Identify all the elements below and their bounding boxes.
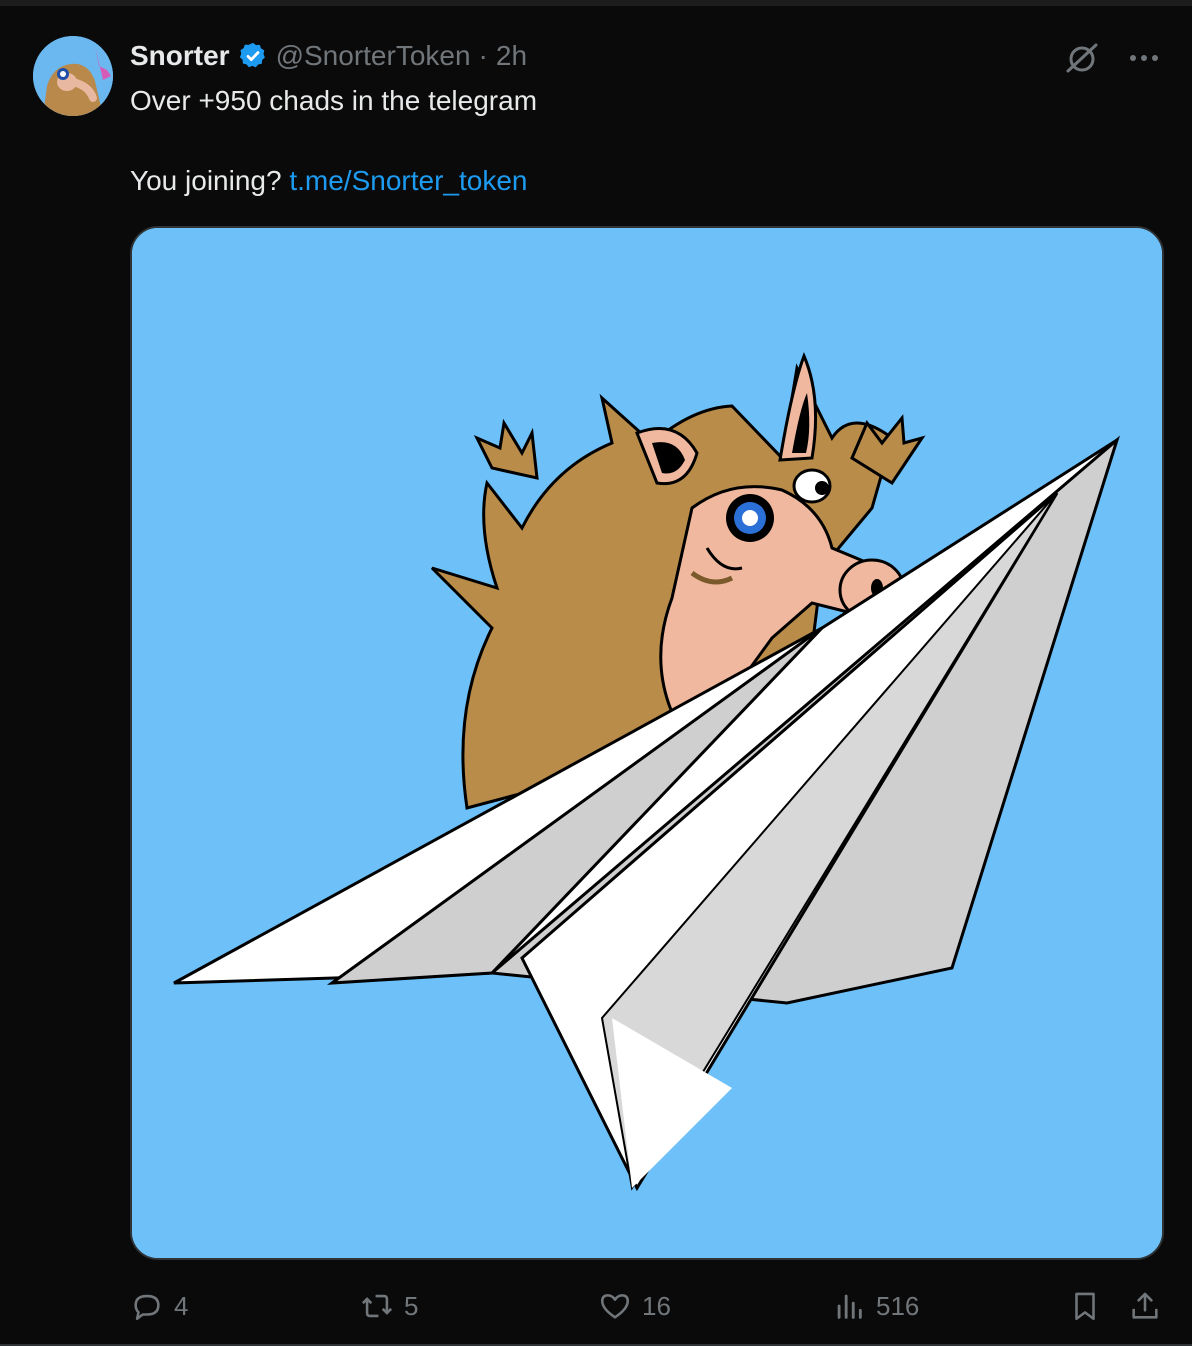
post-media[interactable] xyxy=(130,226,1164,1260)
telegram-link[interactable]: t.me/Snorter_token xyxy=(289,165,527,196)
bookmark-icon xyxy=(1075,1292,1095,1321)
snorter-paper-plane-illustration xyxy=(132,228,1162,1258)
share-button[interactable] xyxy=(1128,1284,1162,1328)
post-card[interactable]: Snorter @SnorterToken · 2h Over +950 cha… xyxy=(0,0,1192,1346)
bookmark-button[interactable] xyxy=(1068,1284,1102,1328)
share-icon xyxy=(1132,1292,1158,1319)
post-text-spacer xyxy=(130,121,1130,161)
like-icon xyxy=(600,1294,630,1319)
grok-icon[interactable] xyxy=(1062,38,1102,83)
avatar-image xyxy=(33,36,113,116)
like-button[interactable]: 16 xyxy=(598,1284,671,1328)
repost-count: 5 xyxy=(404,1290,419,1321)
post-top-actions xyxy=(1062,38,1162,83)
meta-separator: · xyxy=(478,40,488,71)
author-handle[interactable]: @SnorterToken xyxy=(276,40,471,72)
reply-button[interactable]: 4 xyxy=(130,1284,188,1328)
post-time[interactable]: 2h xyxy=(496,40,527,72)
reply-count: 4 xyxy=(174,1290,189,1321)
post-text-line-1: Over +950 chads in the telegram xyxy=(130,85,538,116)
repost-icon xyxy=(361,1294,393,1318)
verified-badge-icon xyxy=(238,41,268,71)
reply-icon xyxy=(134,1294,160,1321)
post-action-bar: 4 5 16 516 xyxy=(130,1284,1164,1328)
views-count: 516 xyxy=(876,1290,920,1321)
views-button[interactable]: 516 xyxy=(832,1284,919,1328)
post-text-line-2: You joining? t.me/Snorter_token xyxy=(130,161,1130,201)
like-count: 16 xyxy=(642,1290,671,1321)
post-header: Snorter @SnorterToken · 2h xyxy=(130,36,527,76)
author-name[interactable]: Snorter xyxy=(130,40,230,72)
more-icon[interactable] xyxy=(1126,40,1162,81)
repost-button[interactable]: 5 xyxy=(360,1284,418,1328)
author-avatar[interactable] xyxy=(33,36,113,116)
post-text: Over +950 chads in the telegram You join… xyxy=(130,81,1130,201)
views-icon xyxy=(837,1294,862,1319)
post-question: You joining? xyxy=(130,165,282,196)
